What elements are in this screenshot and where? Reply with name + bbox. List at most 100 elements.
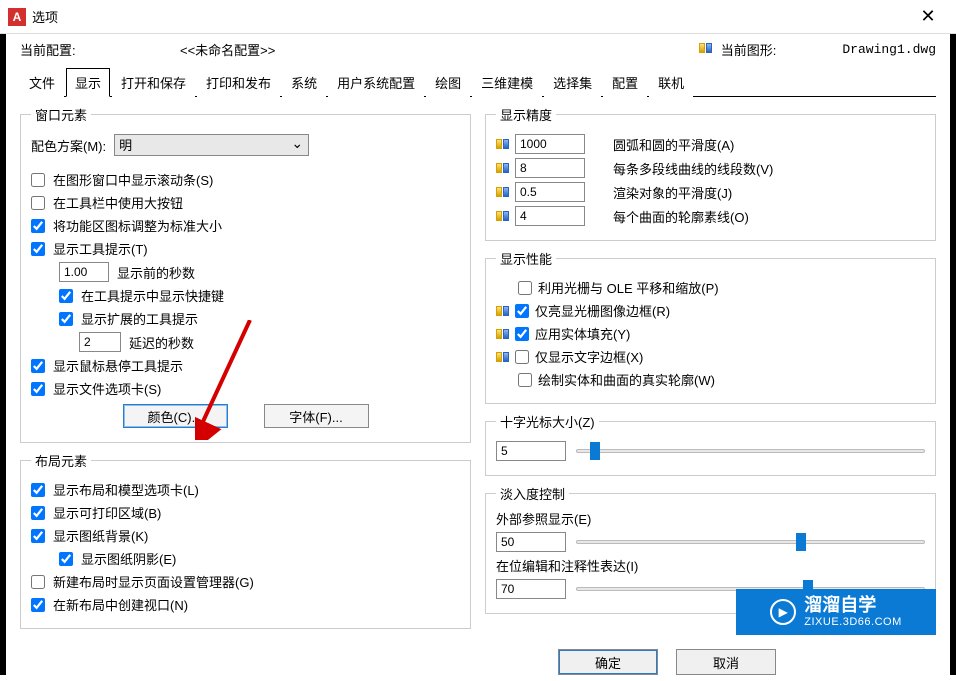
segments-label: 每条多段线曲线的线段数(V) [613, 159, 773, 178]
show-scrollbars-checkbox[interactable] [31, 173, 45, 187]
color-scheme-label: 配色方案(M): [31, 136, 106, 155]
highlight-raster-label: 仅亮显光栅图像边框(R) [535, 301, 670, 320]
tab-user-pref[interactable]: 用户系统配置 [328, 68, 424, 97]
current-drawing-name: Drawing1.dwg [842, 42, 936, 57]
new-layout-setup-checkbox[interactable] [31, 575, 45, 589]
tab-3d[interactable]: 三维建模 [472, 68, 542, 97]
watermark-url: ZIXUE.3D66.COM [804, 616, 901, 628]
window-elements-group: 窗口元素 配色方案(M): 明 在图形窗口中显示滚动条(S) 在工具栏中使用大按… [20, 105, 471, 443]
show-tooltips-label: 显示工具提示(T) [53, 239, 148, 258]
show-layout-tabs-label: 显示布局和模型选项卡(L) [53, 480, 199, 499]
arc-smoothness-input[interactable] [515, 134, 585, 154]
dwg-icon [496, 139, 509, 149]
show-filetabs-label: 显示文件选项卡(S) [53, 379, 161, 398]
text-frame-label: 仅显示文字边框(X) [535, 347, 643, 366]
large-buttons-checkbox[interactable] [31, 196, 45, 210]
text-frame-checkbox[interactable] [515, 350, 529, 364]
arc-smoothness-label: 圆弧和圆的平滑度(A) [613, 135, 734, 154]
app-logo-icon: A [8, 8, 26, 26]
crosshair-size-slider[interactable] [576, 442, 925, 460]
show-shortcut-label: 在工具提示中显示快捷键 [81, 286, 224, 305]
delay-seconds-label: 延迟的秒数 [129, 333, 194, 352]
window-elements-legend: 窗口元素 [31, 105, 91, 124]
display-resolution-legend: 显示精度 [496, 105, 556, 124]
true-silhouettes-checkbox[interactable] [518, 373, 532, 387]
tab-drafting[interactable]: 绘图 [426, 68, 470, 97]
show-rollover-label: 显示鼠标悬停工具提示 [53, 356, 183, 375]
display-performance-legend: 显示性能 [496, 249, 556, 268]
layout-elements-group: 布局元素 显示布局和模型选项卡(L) 显示可打印区域(B) 显示图纸背景(K) … [20, 451, 471, 629]
tab-file[interactable]: 文件 [20, 68, 64, 97]
xref-display-slider[interactable] [576, 533, 925, 551]
watermark-name: 溜溜自学 [804, 596, 901, 616]
colors-button[interactable]: 颜色(C)... [123, 404, 228, 428]
show-extended-label: 显示扩展的工具提示 [81, 309, 198, 328]
dwg-icon [496, 329, 509, 339]
current-profile-name: <<未命名配置>> [180, 40, 679, 59]
crosshair-size-legend: 十字光标大小(Z) [496, 412, 599, 431]
show-paper-shadow-label: 显示图纸阴影(E) [81, 549, 176, 568]
display-performance-group: 显示性能 利用光栅与 OLE 平移和缩放(P) 仅亮显光栅图像边框(R) 应用实… [485, 249, 936, 404]
fade-control-legend: 淡入度控制 [496, 484, 569, 503]
ok-button[interactable]: 确定 [558, 649, 658, 675]
contour-lines-input[interactable] [515, 206, 585, 226]
render-smoothness-input[interactable] [515, 182, 585, 202]
create-viewport-label: 在新布局中创建视口(N) [53, 595, 188, 614]
new-layout-setup-label: 新建布局时显示页面设置管理器(G) [53, 572, 254, 591]
show-paper-bg-checkbox[interactable] [31, 529, 45, 543]
apply-solid-checkbox[interactable] [515, 327, 529, 341]
show-extended-checkbox[interactable] [59, 312, 73, 326]
tab-system[interactable]: 系统 [282, 68, 326, 97]
render-smoothness-label: 渲染对象的平滑度(J) [613, 183, 732, 202]
crosshair-size-group: 十字光标大小(Z) [485, 412, 936, 476]
tab-plot[interactable]: 打印和发布 [197, 68, 280, 97]
show-paper-shadow-checkbox[interactable] [59, 552, 73, 566]
current-profile-label: 当前配置: [20, 40, 160, 59]
pan-zoom-checkbox[interactable] [518, 281, 532, 295]
drawing-icon [699, 43, 715, 57]
tab-online[interactable]: 联机 [649, 68, 693, 97]
current-drawing-label: 当前图形: [721, 40, 777, 59]
tab-selection[interactable]: 选择集 [544, 68, 601, 97]
inplace-edit-input[interactable] [496, 579, 566, 599]
xref-display-label: 外部参照显示(E) [496, 509, 925, 528]
layout-elements-legend: 布局元素 [31, 451, 91, 470]
cancel-button[interactable]: 取消 [676, 649, 776, 675]
create-viewport-checkbox[interactable] [31, 598, 45, 612]
tab-open-save[interactable]: 打开和保存 [112, 68, 195, 97]
seconds-before-input[interactable] [59, 262, 109, 282]
show-paper-bg-label: 显示图纸背景(K) [53, 526, 148, 545]
tab-display[interactable]: 显示 [66, 68, 110, 97]
dwg-icon [496, 187, 509, 197]
show-scrollbars-label: 在图形窗口中显示滚动条(S) [53, 170, 213, 189]
fonts-button[interactable]: 字体(F)... [264, 404, 369, 428]
show-printable-label: 显示可打印区域(B) [53, 503, 161, 522]
dwg-icon [496, 306, 509, 316]
xref-display-input[interactable] [496, 532, 566, 552]
delay-seconds-input[interactable] [79, 332, 121, 352]
crosshair-size-input[interactable] [496, 441, 566, 461]
watermark: ▶ 溜溜自学 ZIXUE.3D66.COM [736, 589, 936, 635]
show-rollover-checkbox[interactable] [31, 359, 45, 373]
true-silhouettes-label: 绘制实体和曲面的真实轮廓(W) [538, 370, 715, 389]
apply-solid-label: 应用实体填充(Y) [535, 324, 630, 343]
show-tooltips-checkbox[interactable] [31, 242, 45, 256]
show-filetabs-checkbox[interactable] [31, 382, 45, 396]
color-scheme-select[interactable]: 明 [114, 134, 309, 156]
seconds-before-label: 显示前的秒数 [117, 263, 195, 282]
show-layout-tabs-checkbox[interactable] [31, 483, 45, 497]
dialog-title: 选项 [32, 7, 58, 26]
tab-profiles[interactable]: 配置 [603, 68, 647, 97]
show-shortcut-checkbox[interactable] [59, 289, 73, 303]
segments-input[interactable] [515, 158, 585, 178]
display-resolution-group: 显示精度 圆弧和圆的平滑度(A) 每条多段线曲线的线段数(V) 渲染对象的平滑度… [485, 105, 936, 241]
inplace-edit-label: 在位编辑和注释性表达(I) [496, 556, 925, 575]
highlight-raster-checkbox[interactable] [515, 304, 529, 318]
close-button[interactable]: ✕ [908, 2, 948, 32]
dwg-icon [496, 211, 509, 221]
resize-ribbon-label: 将功能区图标调整为标准大小 [53, 216, 222, 235]
dwg-icon [496, 352, 509, 362]
resize-ribbon-checkbox[interactable] [31, 219, 45, 233]
show-printable-checkbox[interactable] [31, 506, 45, 520]
play-icon: ▶ [770, 599, 796, 625]
